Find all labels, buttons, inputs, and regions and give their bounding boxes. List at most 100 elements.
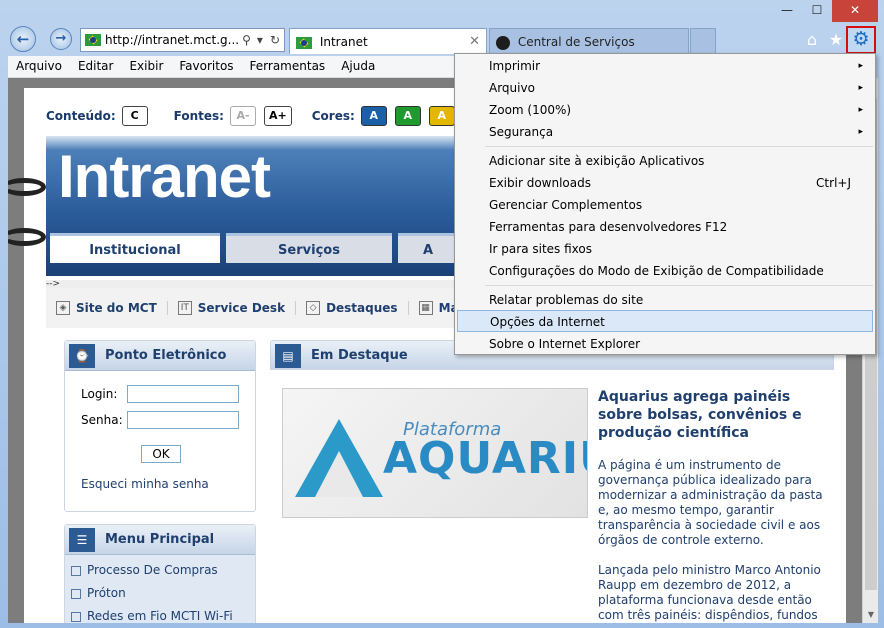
login-label: Login: — [81, 387, 118, 401]
menu-item-label: Imprimir — [489, 59, 541, 73]
site-tab-a[interactable]: A — [398, 233, 458, 263]
menu-item-label: Ferramentas para desenvolvedores F12 — [489, 220, 728, 234]
menu-item-label: Relatar problemas do site — [489, 293, 644, 307]
quick-link-site-do-mct[interactable]: ◈ Site do MCT — [46, 300, 168, 316]
tools-item-gerenciar-complementos[interactable]: Gerenciar Complementos — [457, 194, 873, 216]
senha-input[interactable] — [127, 411, 239, 429]
menu-item-label: Adicionar site à exibição Aplicativos — [489, 154, 705, 168]
color-yellow-button[interactable]: A — [428, 106, 455, 126]
tools-item-f12[interactable]: Ferramentas para desenvolvedores F12 — [457, 216, 873, 238]
ok-button[interactable]: OK — [141, 445, 181, 463]
site-favicon — [296, 36, 312, 49]
menu-item-label: Arquivo — [489, 81, 535, 95]
menu-item-proton[interactable]: Próton — [71, 586, 126, 600]
menu-item-label: Exibir downloads — [489, 176, 591, 190]
banner-title: Intranet — [58, 143, 271, 210]
destaque-panel-title: Em Destaque — [311, 348, 408, 363]
new-tab-button[interactable] — [690, 28, 716, 54]
chevron-down-icon[interactable]: ▾ — [257, 33, 263, 47]
aquarius-image[interactable]: Plataforma AQUARIUS — [282, 388, 588, 518]
minimize-button[interactable]: — — [772, 0, 802, 22]
tab-intranet[interactable]: Intranet ✕ — [289, 28, 487, 54]
clock-icon: ⌚ — [69, 344, 95, 368]
forward-button[interactable]: → — [50, 28, 72, 50]
home-icon[interactable]: ⌂ — [802, 30, 822, 50]
quick-link-service-desk[interactable]: IT Service Desk — [168, 300, 297, 316]
menu-ferramentas[interactable]: Ferramentas — [242, 56, 334, 77]
menu-item-processo-de-compras[interactable]: Processo De Compras — [71, 563, 218, 577]
forgot-password-link[interactable]: Esqueci minha senha — [81, 477, 209, 491]
ponto-panel-header: ⌚ Ponto Eletrônico — [65, 341, 255, 371]
menu-exibir[interactable]: Exibir — [121, 56, 171, 77]
tab-label: Central de Serviços — [517, 35, 635, 49]
login-input[interactable] — [127, 385, 239, 403]
colors-label: Cores: — [311, 109, 355, 123]
tools-item-relatar-problemas[interactable]: Relatar problemas do site — [457, 289, 873, 311]
service-desk-icon: IT — [177, 301, 192, 316]
tools-item-compatibilidade[interactable]: Configurações do Modo de Exibição de Com… — [457, 260, 873, 282]
tools-item-sites-fixos[interactable]: Ir para sites fixos — [457, 238, 873, 260]
tools-button[interactable]: ⚙ — [846, 26, 876, 54]
menu-arquivo[interactable]: Arquivo — [8, 56, 70, 77]
window-controls: — ☐ ✕ — [772, 0, 878, 22]
menu-item-label: Configurações do Modo de Exibição de Com… — [489, 264, 824, 278]
menu-item-label: Processo De Compras — [87, 563, 218, 577]
aquarius-image-title: AQUARIUS — [383, 433, 587, 484]
ponto-eletronico-panel: ⌚ Ponto Eletrônico Login: Senha: OK Esqu… — [64, 340, 256, 512]
content-button[interactable]: C — [121, 106, 148, 126]
color-blue-button[interactable]: A — [360, 106, 387, 126]
menu-item-redes-wifi[interactable]: Redes em Fio MCTI Wi-Fi — [71, 609, 233, 623]
tools-item-zoom[interactable]: Zoom (100%) ▸ — [457, 99, 873, 121]
menu-editar[interactable]: Editar — [70, 56, 122, 77]
menu-principal-panel: ☰ Menu Principal Processo De Compras Pró… — [64, 524, 256, 623]
tools-item-seguranca[interactable]: Segurança ▸ — [457, 121, 873, 143]
favorites-star-icon[interactable]: ★ — [826, 30, 846, 50]
submenu-arrow-icon: ▸ — [858, 61, 863, 71]
tools-item-opcoes-internet[interactable]: Opções da Internet — [457, 310, 873, 332]
menu-item-label: Gerenciar Complementos — [489, 198, 643, 212]
quick-link-label: Site do MCT — [76, 300, 157, 315]
site-favicon — [496, 35, 510, 50]
close-window-button[interactable]: ✕ — [832, 0, 878, 22]
tools-item-exibir-downloads[interactable]: Exibir downloads Ctrl+J — [457, 172, 873, 194]
address-bar[interactable]: http://intranet.mct.g... ⚲ ▾ ↻ — [80, 28, 285, 52]
tab-central-de-servicos[interactable]: Central de Serviços — [489, 28, 689, 54]
color-green-button[interactable]: A — [394, 106, 421, 126]
menu-ajuda[interactable]: Ajuda — [333, 56, 383, 77]
menu-item-label: Ir para sites fixos — [489, 242, 592, 256]
tools-item-imprimir[interactable]: Imprimir ▸ — [457, 55, 873, 77]
map-icon: ▦ — [418, 301, 433, 316]
news-paragraph-1: A página é um instrumento de governança … — [598, 458, 823, 547]
menu-item-label: Próton — [87, 586, 126, 600]
site-tab-institucional[interactable]: Institucional — [50, 233, 220, 263]
menu-favoritos[interactable]: Favoritos — [171, 56, 241, 77]
tools-item-sobre-ie[interactable]: Sobre o Internet Explorer — [457, 333, 873, 355]
menu-item-label: Opções da Internet — [490, 315, 605, 329]
back-button[interactable]: ← — [10, 26, 36, 52]
menu-item-label: Segurança — [489, 125, 554, 139]
tools-menu: Imprimir ▸ Arquivo ▸ Zoom (100%) ▸ Seguranç… — [454, 53, 876, 355]
news-headline[interactable]: Aquarius agrega painéis sobre bolsas, co… — [598, 388, 830, 442]
submenu-arrow-icon: ▸ — [858, 83, 863, 93]
address-text: http://intranet.mct.g... — [105, 33, 240, 47]
menu-separator — [485, 285, 873, 286]
tools-item-arquivo[interactable]: Arquivo ▸ — [457, 77, 873, 99]
fonts-label: Fontes: — [173, 109, 224, 123]
accessibility-bar: Conteúdo: C Fontes: A- A+ Cores: A A A — [46, 106, 463, 126]
close-tab-icon[interactable]: ✕ — [469, 34, 480, 49]
ponto-panel-title: Ponto Eletrônico — [105, 348, 227, 363]
site-tab-servicos[interactable]: Serviços — [226, 233, 392, 263]
submenu-arrow-icon: ▸ — [858, 105, 863, 115]
tools-item-adicionar-site[interactable]: Adicionar site à exibição Aplicativos — [457, 150, 873, 172]
scroll-down-icon[interactable]: ▼ — [863, 607, 879, 623]
list-icon: ☰ — [69, 528, 95, 552]
search-icon[interactable]: ⚲ — [242, 33, 251, 47]
quick-link-destaques[interactable]: ◇ Destaques — [296, 300, 409, 316]
news-paragraph-2: Lançada pelo ministro Marco Antonio Raup… — [598, 563, 821, 622]
font-decrease-button[interactable]: A- — [229, 106, 256, 126]
maximize-button[interactable]: ☐ — [802, 0, 832, 22]
refresh-icon[interactable]: ↻ — [270, 33, 280, 47]
content-label: Conteúdo: — [46, 109, 116, 123]
font-increase-button[interactable]: A+ — [263, 106, 292, 126]
news-icon: ▤ — [275, 344, 301, 368]
